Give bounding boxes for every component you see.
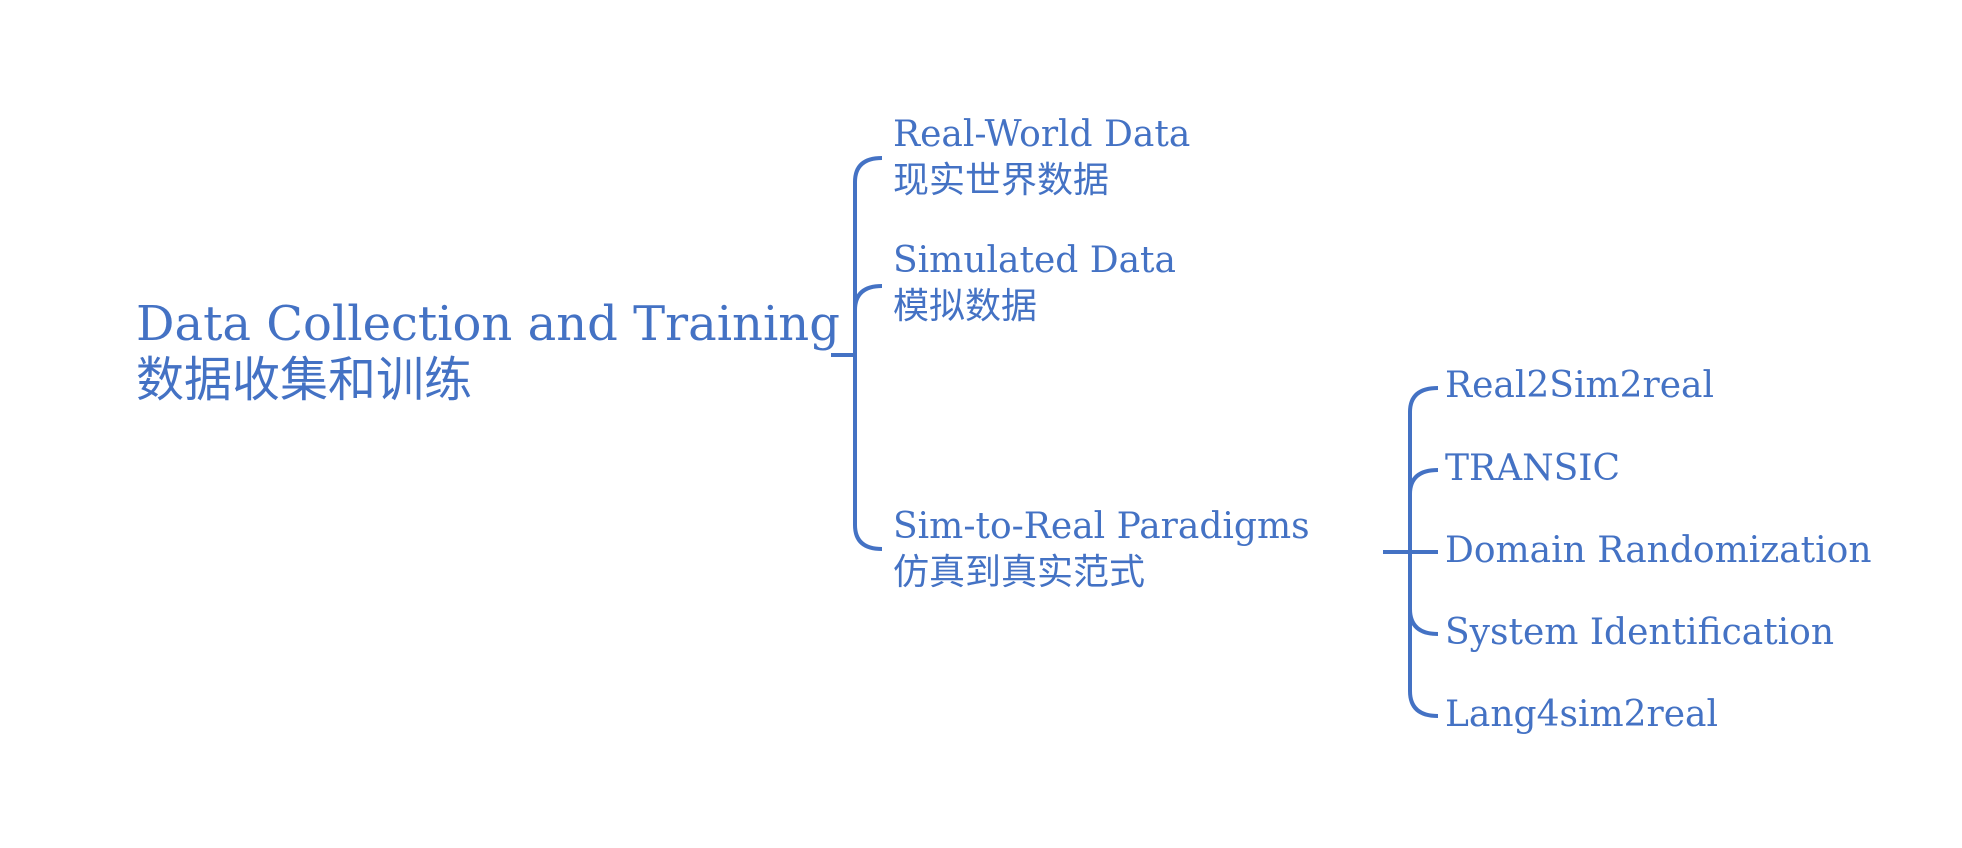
leaf-system-identification: System Identification — [1445, 612, 1835, 653]
root-title-zh: 数据收集和训练 — [136, 352, 473, 408]
leaf-lang4sim2real: Lang4sim2real — [1445, 694, 1719, 735]
bracket-tick-transic — [1408, 468, 1439, 495]
branch-label-en: Simulated Data — [893, 240, 1176, 281]
main-bracket — [853, 156, 883, 551]
root-title-en: Data Collection and Training — [136, 296, 840, 352]
root-node: Data Collection and Training 数据收集和训练 — [136, 296, 840, 408]
branch-simulated-data: Simulated Data 模拟数据 — [893, 238, 1176, 330]
branch-label-zh: 仿真到真实范式 — [893, 552, 1146, 593]
bracket-tick-simulated — [853, 284, 883, 311]
branch-label-zh: 现实世界数据 — [893, 160, 1110, 201]
leaf-transic: TRANSIC — [1445, 448, 1621, 489]
leaf-domain-randomization: Domain Randomization — [1445, 530, 1872, 571]
leaf-real2sim2real: Real2Sim2real — [1445, 365, 1714, 406]
branch-label-en: Sim-to-Real Paradigms — [893, 506, 1310, 547]
branch-real-world-data: Real-World Data 现实世界数据 — [893, 112, 1190, 204]
branch-label-zh: 模拟数据 — [893, 286, 1038, 327]
branch-label-en: Real-World Data — [893, 114, 1191, 155]
bracket-tick-sysid — [1408, 608, 1439, 636]
branch-sim-to-real-paradigms: Sim-to-Real Paradigms 仿真到真实范式 — [893, 504, 1310, 596]
